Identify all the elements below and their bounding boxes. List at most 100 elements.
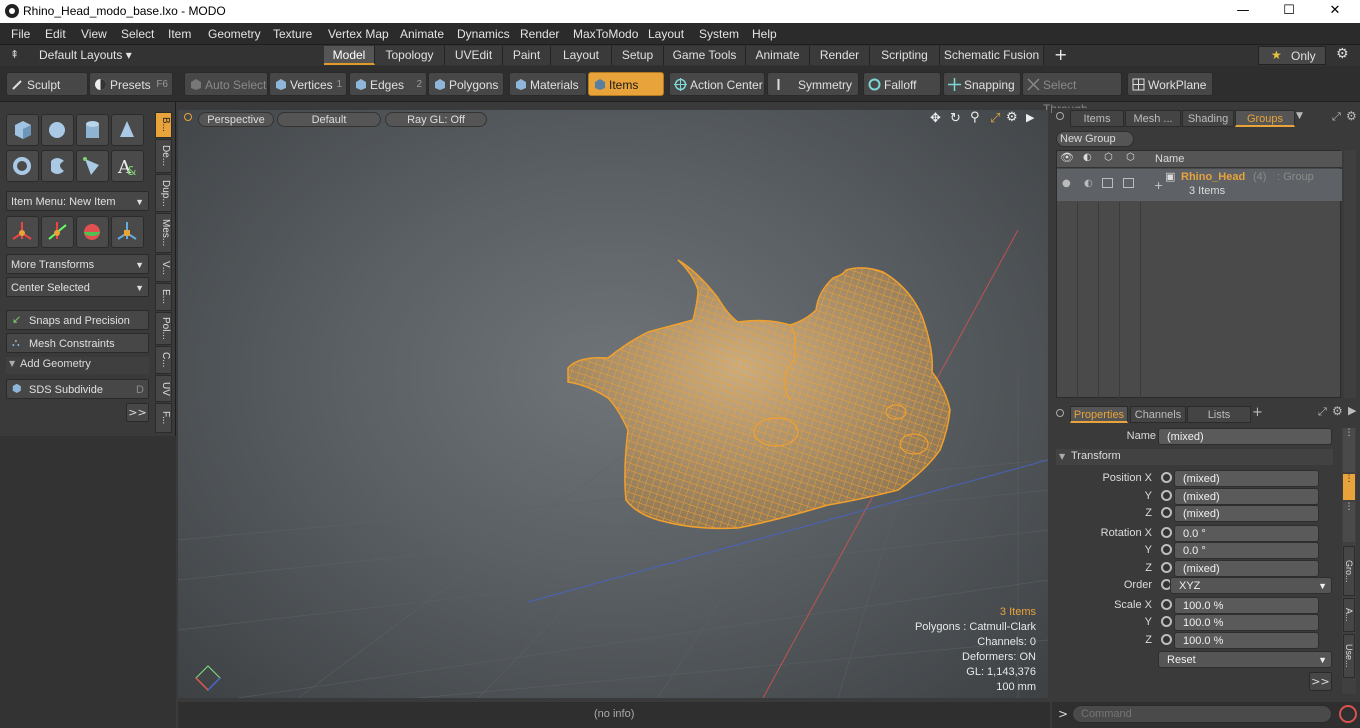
viewport-more-icon[interactable]: ▶ — [1026, 111, 1034, 124]
symmetry-button[interactable]: Symmetry — [767, 72, 859, 96]
position-x-anim-dot[interactable] — [1161, 472, 1172, 483]
move-tool-icon[interactable] — [6, 216, 39, 248]
side-tab-groups[interactable]: Gro... — [1343, 546, 1355, 596]
presets-button[interactable]: Presets F6 — [89, 72, 173, 96]
maximize-panel-icon[interactable]: ⤢ — [1318, 405, 1327, 419]
tab-lists[interactable]: Lists — [1187, 406, 1251, 423]
close-button[interactable]: ✕ — [1312, 0, 1358, 23]
tab-items[interactable]: Items — [1070, 110, 1124, 127]
group-row[interactable]: ● ◐ + ▣ Rhino_Head (4) : Group 3 Items — [1057, 169, 1342, 201]
row-select-checkbox[interactable] — [1123, 178, 1134, 188]
record-icon[interactable] — [1339, 705, 1357, 723]
tab-schematic-fusion[interactable]: Schematic Fusion — [940, 46, 1044, 65]
rotation-y-field[interactable]: 0.0 ° — [1174, 542, 1319, 559]
scale-tool-icon[interactable] — [111, 216, 144, 248]
cone-tool-icon[interactable] — [111, 114, 144, 146]
side-tab-dots[interactable]: ⋮ — [1343, 428, 1355, 472]
row-render-icon[interactable]: ◐ — [1084, 178, 1093, 189]
raygl-button[interactable]: Ray GL: Off — [385, 112, 487, 127]
menu-edit[interactable]: Edit — [45, 27, 66, 41]
viewport-menu-icon[interactable] — [184, 113, 192, 121]
center-selected-dropdown[interactable]: Center Selected ▼ — [6, 277, 149, 297]
3d-viewport[interactable]: 3 Items Polygons : Catmull-Clark Channel… — [178, 110, 1048, 698]
menu-texture[interactable]: Texture — [273, 27, 312, 41]
command-input[interactable] — [1072, 705, 1332, 723]
position-z-field[interactable]: (mixed) — [1174, 505, 1319, 522]
side-tab-assembly[interactable]: A... — [1343, 598, 1355, 632]
tab-paint[interactable]: Paint — [503, 46, 551, 65]
menu-maxtomodo[interactable]: MaxToModo — [573, 27, 638, 41]
transform-tool-icon[interactable] — [76, 216, 109, 248]
menu-item[interactable]: Item — [168, 27, 191, 41]
row-visibility-icon[interactable]: ● — [1062, 178, 1071, 189]
tab-render[interactable]: Render — [810, 46, 870, 65]
menu-file[interactable]: File — [11, 27, 30, 41]
zoom-icon[interactable]: ⚲ — [970, 110, 980, 125]
tab-mesh[interactable]: Mesh ... — [1125, 110, 1181, 127]
falloff-button[interactable]: Falloff — [863, 72, 941, 96]
select-through-button[interactable]: Select Through — [1022, 72, 1122, 116]
text-tool-icon[interactable]: A & — [111, 150, 144, 182]
only-toggle[interactable]: ★ Only — [1258, 46, 1326, 65]
expand-button[interactable]: >> — [126, 403, 149, 422]
view-mode-button[interactable]: Perspective — [198, 112, 274, 127]
vtab-mesh-edit[interactable]: Mes... — [155, 213, 172, 253]
mesh-constraints-button[interactable]: ⛬ Mesh Constraints — [6, 333, 149, 353]
shading-mode-button[interactable]: Default — [277, 112, 381, 127]
auto-select-button[interactable]: Auto Select — [184, 72, 268, 96]
new-group-button[interactable]: New Group — [1056, 131, 1134, 147]
tab-animate[interactable]: Animate — [746, 46, 810, 65]
menu-geometry[interactable]: Geometry — [208, 27, 261, 41]
vtab-deform[interactable]: De... — [155, 139, 172, 173]
panel-menu-icon[interactable] — [1056, 409, 1064, 417]
panel-gear-icon[interactable]: ⚙ — [1332, 404, 1343, 418]
vtab-polygon[interactable]: Pol... — [155, 312, 172, 345]
fit-icon[interactable]: ⤢ — [990, 111, 1000, 126]
gear-icon[interactable]: ⚙ — [1336, 46, 1349, 62]
snaps-precision-button[interactable]: ↙ Snaps and Precision — [6, 310, 149, 330]
tab-groups[interactable]: Groups — [1235, 110, 1295, 127]
minimize-button[interactable]: — — [1220, 0, 1266, 23]
vtab-vertex[interactable]: V... — [155, 254, 172, 282]
cube-tool-icon[interactable] — [6, 114, 39, 146]
vtab-curve[interactable]: C... — [155, 346, 172, 374]
tab-scripting[interactable]: Scripting — [870, 46, 940, 65]
panel-gear-icon[interactable]: ⚙ — [1346, 109, 1357, 123]
row-lock-checkbox[interactable] — [1102, 178, 1113, 188]
menu-help[interactable]: Help — [752, 27, 777, 41]
scale-y-anim-dot[interactable] — [1161, 616, 1172, 627]
menu-dynamics[interactable]: Dynamics — [457, 27, 510, 41]
vtab-uv[interactable]: UV — [155, 375, 172, 402]
rotation-z-anim-dot[interactable] — [1161, 562, 1172, 573]
side-tab-dots-2[interactable]: ⋮ — [1343, 502, 1355, 542]
pan-icon[interactable]: ✥ — [930, 111, 941, 126]
pen-tool-icon[interactable] — [76, 150, 109, 182]
rotation-x-anim-dot[interactable] — [1161, 527, 1172, 538]
add-tab-button[interactable]: + — [1054, 45, 1067, 64]
scale-y-field[interactable]: 100.0 % — [1174, 614, 1319, 631]
position-z-anim-dot[interactable] — [1161, 507, 1172, 518]
menu-render[interactable]: Render — [520, 27, 559, 41]
snapping-button[interactable]: Snapping — [943, 72, 1021, 96]
scale-x-anim-dot[interactable] — [1161, 599, 1172, 610]
order-dropdown[interactable]: XYZ ▼ — [1170, 577, 1332, 594]
tabs-dropdown-icon[interactable]: ▼ — [1296, 111, 1303, 121]
rotation-x-field[interactable]: 0.0 ° — [1174, 525, 1319, 542]
sculpt-button[interactable]: Sculpt — [6, 72, 88, 96]
position-y-anim-dot[interactable] — [1161, 490, 1172, 501]
viewport-gear-icon[interactable]: ⚙ — [1006, 110, 1018, 125]
position-y-field[interactable]: (mixed) — [1174, 488, 1319, 505]
orbit-icon[interactable]: ↻ — [950, 111, 961, 126]
rotate-tool-icon[interactable] — [41, 216, 74, 248]
maximize-panel-icon[interactable]: ⤢ — [1332, 110, 1341, 124]
vtab-duplicate[interactable]: Dup... — [155, 174, 172, 212]
edges-button[interactable]: Edges 2 — [349, 72, 427, 96]
position-x-field[interactable]: (mixed) — [1174, 470, 1319, 487]
expand-icon[interactable]: + — [1154, 179, 1163, 192]
tab-model[interactable]: Model — [324, 46, 375, 65]
tab-properties[interactable]: Properties — [1070, 406, 1128, 423]
item-menu-dropdown[interactable]: Item Menu: New Item ▼ — [6, 191, 149, 211]
vtab-basic[interactable]: B... — [155, 112, 172, 138]
vtab-fusion[interactable]: F... — [155, 403, 172, 433]
groups-scrollbar[interactable] — [1344, 150, 1356, 398]
